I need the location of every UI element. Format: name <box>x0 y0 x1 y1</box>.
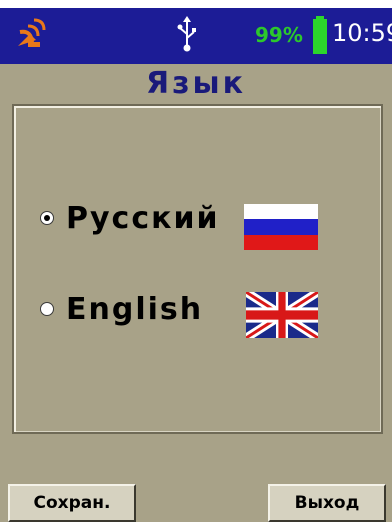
exit-button[interactable]: Выход <box>268 484 386 522</box>
option-english[interactable]: English <box>40 284 203 334</box>
battery-percent: 99% <box>255 23 303 47</box>
option-russian[interactable]: Русский <box>40 193 220 243</box>
flag-uk-icon <box>246 292 318 338</box>
language-panel <box>12 104 383 434</box>
option-russian-label: Русский <box>66 200 220 236</box>
option-english-label: English <box>66 291 204 327</box>
usb-icon <box>177 16 196 52</box>
radio-english[interactable] <box>40 302 54 316</box>
page-title: Язык <box>145 66 247 101</box>
radio-russian[interactable] <box>40 211 54 225</box>
save-button[interactable]: Сохран. <box>8 484 136 522</box>
clock: 10:59 <box>332 19 392 47</box>
status-bar: 99% 10:59 <box>0 8 392 64</box>
device-screen: 99% 10:59 Язык Русский English Сохран. В… <box>0 8 392 522</box>
battery-icon <box>313 16 327 54</box>
antenna-icon <box>18 18 46 47</box>
flag-ru-icon <box>244 204 318 250</box>
